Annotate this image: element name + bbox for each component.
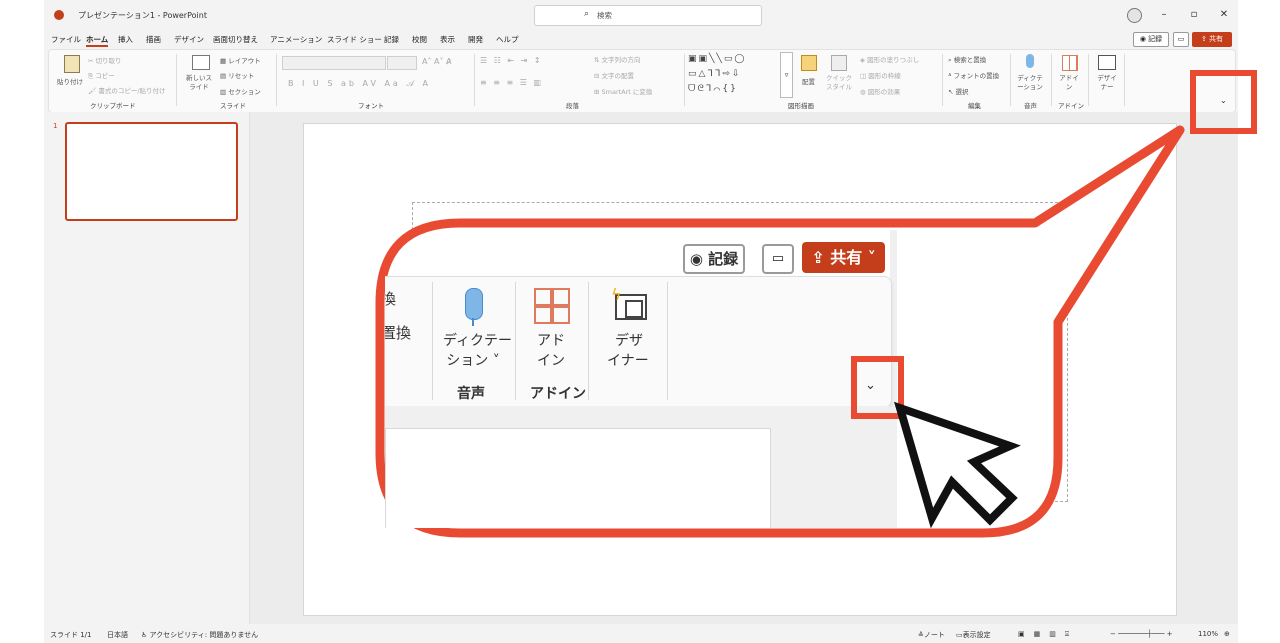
zoom-dictate-line2-label: ション <box>446 353 489 369</box>
zoom-share-label: 共有 <box>830 248 863 267</box>
zoom-voice-group-label: 音声 <box>457 386 485 402</box>
divider <box>515 282 516 400</box>
zoom-share-button: ⇪ 共有 ˅ <box>802 242 885 273</box>
divider <box>432 282 433 400</box>
zoom-microphone-icon <box>465 288 483 320</box>
zoom-comments-icon: ▭ <box>762 244 794 274</box>
zoom-mic-stand <box>472 318 474 326</box>
divider <box>667 282 668 400</box>
zoom-addins-line1: アド <box>537 333 565 349</box>
zoom-addins-line2: イン <box>537 353 565 369</box>
zoom-slide-canvas <box>385 428 771 528</box>
zoom-designer-line2: イナー <box>607 353 649 369</box>
zoom-record-label: 記録 <box>708 250 739 268</box>
divider <box>588 282 589 400</box>
zoom-addins-group-label: アドイン <box>530 386 586 402</box>
zoom-designer-icon: ϟ <box>611 287 647 320</box>
zoom-designer-line1: デザ <box>615 333 643 349</box>
callout-zoom-view: ◉ 記録 ▭ ⇪ 共有 ˅ 換 置換 ディクテー ション ˅ 音声 アド イン … <box>385 230 897 528</box>
zoom-addins-icon <box>534 288 570 324</box>
zoom-record-button: ◉ 記録 <box>683 244 745 274</box>
zoom-partial-find-replace: 換 <box>385 290 397 308</box>
mouse-cursor-icon <box>894 401 1021 528</box>
zoom-partial-replace-font: 置換 <box>385 324 412 342</box>
zoom-dictate-line2: ション ˅ <box>446 353 500 369</box>
zoom-dictate-line1: ディクテー <box>443 333 513 349</box>
